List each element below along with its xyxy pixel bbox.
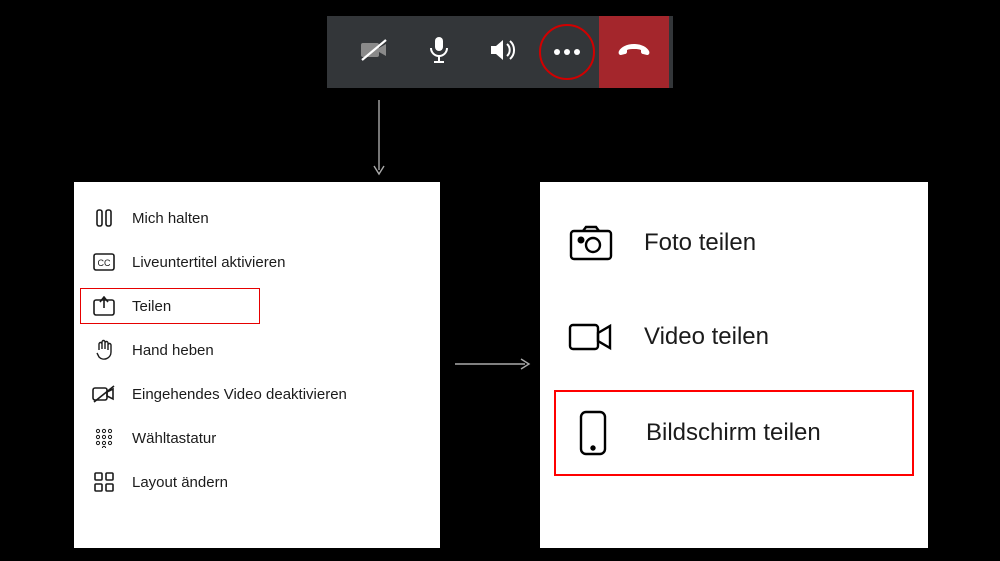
share-submenu: Foto teilen Video teilen Bildschirm teil… (538, 180, 930, 550)
menu-item-label: Liveuntertitel aktivieren (132, 254, 285, 271)
share-option-label: Foto teilen (644, 229, 756, 257)
share-up-icon (92, 294, 116, 318)
more-options-icon (552, 43, 582, 61)
menu-item-label: Hand heben (132, 342, 214, 359)
screen-icon (570, 410, 616, 456)
menu-item-layout[interactable]: Layout ändern (86, 460, 428, 504)
share-option-label: Video teilen (644, 323, 769, 351)
speaker-button[interactable] (471, 16, 535, 88)
more-options-menu: Mich halten CC Liveuntertitel aktivieren… (72, 180, 442, 550)
microphone-icon (428, 36, 450, 69)
menu-item-share[interactable]: Teilen (86, 284, 428, 328)
share-option-label: Bildschirm teilen (646, 419, 821, 447)
menu-item-label: Teilen (132, 298, 171, 315)
menu-item-label: Layout ändern (132, 474, 228, 491)
arrow-right (455, 357, 533, 371)
svg-text:CC: CC (98, 258, 111, 268)
photo-icon (568, 220, 614, 266)
video-icon (568, 314, 614, 360)
menu-item-hold[interactable]: Mich halten (86, 196, 428, 240)
call-toolbar (327, 16, 673, 88)
arrow-down (372, 100, 386, 178)
share-option-video[interactable]: Video teilen (554, 296, 914, 378)
raise-hand-icon (92, 338, 116, 362)
video-off-icon (92, 382, 116, 406)
dialpad-icon (92, 426, 116, 450)
more-options-button[interactable] (535, 16, 599, 88)
menu-item-dialpad[interactable]: Wähltastatur (86, 416, 428, 460)
camera-toggle-button[interactable] (343, 16, 407, 88)
microphone-button[interactable] (407, 16, 471, 88)
menu-item-captions[interactable]: CC Liveuntertitel aktivieren (86, 240, 428, 284)
layout-icon (92, 470, 116, 494)
menu-item-label: Wähltastatur (132, 430, 216, 447)
hangup-button[interactable] (599, 16, 669, 88)
menu-item-label: Eingehendes Video deaktivieren (132, 386, 347, 403)
speaker-icon (489, 38, 517, 67)
cc-icon: CC (92, 250, 116, 274)
share-option-screen[interactable]: Bildschirm teilen (554, 390, 914, 476)
share-option-photo[interactable]: Foto teilen (554, 202, 914, 284)
menu-item-label: Mich halten (132, 210, 209, 227)
hold-icon (92, 206, 116, 230)
hangup-icon (617, 41, 651, 64)
call-toolbar-container (321, 10, 679, 94)
menu-item-raisehand[interactable]: Hand heben (86, 328, 428, 372)
camera-off-icon (360, 38, 390, 67)
menu-item-incomingvideo[interactable]: Eingehendes Video deaktivieren (86, 372, 428, 416)
